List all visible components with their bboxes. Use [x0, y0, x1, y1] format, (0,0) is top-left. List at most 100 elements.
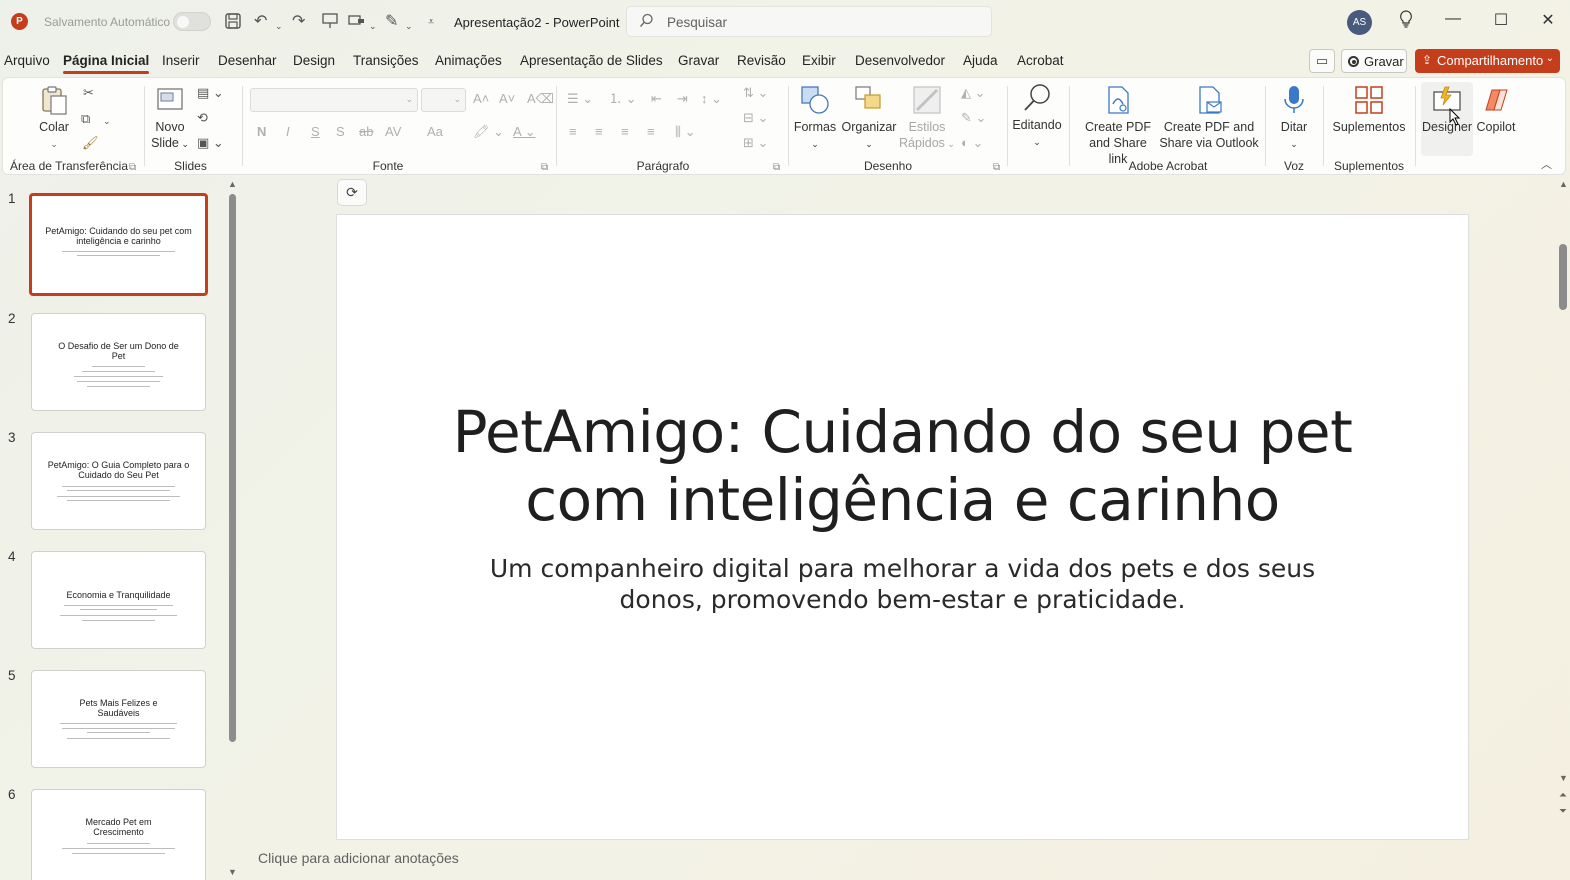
previous-slide-icon[interactable]: ⏶	[1559, 790, 1567, 801]
font-color-icon[interactable]: A ⌄	[513, 123, 535, 141]
font-size-select[interactable]: ⌄	[421, 88, 466, 112]
shapes-button[interactable]: Formas ⌄	[793, 84, 837, 152]
clipboard-launcher-icon[interactable]: ⧉	[129, 162, 136, 173]
tab-animacoes[interactable]: Animações	[435, 53, 502, 68]
increase-font-icon[interactable]: A˄	[473, 90, 489, 108]
tab-inserir[interactable]: Inserir	[162, 53, 200, 68]
align-text-icon[interactable]: ⊟ ⌄	[743, 109, 768, 127]
scroll-down-arrow-icon[interactable]: ▼	[228, 867, 237, 877]
create-pdf-share-link-button[interactable]: Create PDF and Share link	[1081, 84, 1155, 167]
increase-indent-icon[interactable]: ⇥	[677, 90, 688, 108]
quick-styles-button[interactable]: Estilos Rápidos ⌄	[899, 84, 955, 152]
undo-icon[interactable]: ↶	[254, 12, 267, 32]
notes-placeholder[interactable]: Clique para adicionar anotações	[258, 850, 459, 866]
paste-dropdown-icon[interactable]: ⌄	[50, 139, 58, 149]
customize-qat-icon[interactable]: ⩡	[428, 12, 434, 32]
lightbulb-icon[interactable]	[1394, 10, 1418, 33]
copilot-button[interactable]: Copilot	[1473, 84, 1519, 135]
tab-desenhar[interactable]: Desenhar	[218, 53, 277, 68]
numbering-icon[interactable]: ⒈ ⌄	[609, 90, 637, 108]
main-scroll-up-icon[interactable]: ▲	[1559, 179, 1568, 189]
shapes-dropdown-icon[interactable]: ⌄	[811, 139, 819, 149]
share-button[interactable]: ⇪ Compartilhamento ⌄	[1415, 49, 1560, 73]
text-direction-icon[interactable]: ⇅ ⌄	[743, 84, 768, 102]
autosave-toggle[interactable]	[173, 12, 211, 31]
change-case-button[interactable]: Aa	[427, 123, 443, 141]
font-launcher-icon[interactable]: ⧉	[541, 162, 548, 173]
new-slide-dropdown-icon[interactable]: ⌄	[179, 139, 189, 149]
redo-icon[interactable]: ↷	[292, 12, 305, 32]
draw-pen-icon[interactable]: ✎	[385, 12, 398, 32]
save-icon[interactable]	[224, 12, 242, 36]
screen-slide-icon[interactable]	[348, 12, 366, 36]
slide-subtitle[interactable]: Um companheiro digital para melhorar a v…	[487, 553, 1318, 615]
present-from-start-icon[interactable]	[322, 12, 338, 36]
slide-thumbnail-1[interactable]: PetAmigo: Cuidando do seu pet com inteli…	[29, 193, 208, 296]
smartart-icon[interactable]: ⊞ ⌄	[743, 134, 768, 152]
undo-dropdown-icon[interactable]: ⌄	[275, 16, 283, 36]
chevron-down-icon[interactable]: ⌄	[1546, 53, 1554, 64]
minimize-icon[interactable]: —	[1441, 10, 1465, 28]
collapse-ribbon-icon[interactable]: ︿	[1541, 156, 1552, 174]
maximize-icon[interactable]: ☐	[1489, 10, 1513, 30]
justify-icon[interactable]: ≡	[647, 123, 655, 141]
scroll-up-arrow-icon[interactable]: ▲	[228, 179, 237, 189]
tab-ajuda[interactable]: Ajuda	[963, 53, 998, 68]
shape-fill-icon[interactable]: ◭ ⌄	[961, 84, 986, 102]
main-scrollbar[interactable]	[1559, 244, 1567, 310]
tab-desenvolvedor[interactable]: Desenvolvedor	[855, 53, 945, 68]
copy-icon[interactable]: ⧉	[81, 110, 90, 128]
close-icon[interactable]: ✕	[1536, 10, 1560, 30]
slide-thumbnail-5[interactable]: Pets Mais Felizes e Saudáveis	[31, 670, 206, 768]
tab-arquivo[interactable]: Arquivo	[4, 53, 50, 68]
thumbnails-scrollbar[interactable]	[229, 194, 236, 742]
tab-transicoes[interactable]: Transições	[353, 53, 419, 68]
tab-gravar[interactable]: Gravar	[678, 53, 719, 68]
tab-pagina-inicial[interactable]: Página Inicial	[63, 53, 150, 74]
tab-revisao[interactable]: Revisão	[737, 53, 786, 68]
align-right-icon[interactable]: ≡	[621, 123, 629, 141]
tab-exibir[interactable]: Exibir	[802, 53, 836, 68]
designer-button[interactable]: Designer	[1421, 82, 1473, 156]
slide-canvas[interactable]: PetAmigo: Cuidando do seu pet com inteli…	[336, 214, 1469, 840]
dictate-button[interactable]: Ditar ⌄	[1273, 84, 1315, 152]
addins-button[interactable]: Suplementos	[1329, 84, 1409, 135]
paste-button[interactable]: Colar ⌄	[31, 84, 77, 152]
line-spacing-icon[interactable]: ↕ ⌄	[701, 90, 722, 108]
reset-slide-icon[interactable]: ⟲	[197, 109, 208, 127]
char-spacing-button[interactable]: AV	[385, 123, 401, 141]
slide-title[interactable]: PetAmigo: Cuidando do seu pet com inteli…	[437, 398, 1368, 534]
arrange-dropdown-icon[interactable]: ⌄	[865, 139, 873, 149]
clear-formatting-icon[interactable]: A⌫	[527, 90, 554, 108]
layout-icon[interactable]: ▤ ⌄	[197, 84, 224, 102]
section-icon[interactable]: ▣ ⌄	[197, 134, 224, 152]
shape-effects-icon[interactable]: ◐ ⌄	[961, 134, 983, 152]
drawing-launcher-icon[interactable]: ⧉	[993, 162, 1000, 173]
slide-thumbnail-3[interactable]: PetAmigo: O Guia Completo para o Cuidado…	[31, 432, 206, 530]
shadow-button[interactable]: S	[336, 123, 345, 141]
shape-outline-icon[interactable]: ✎ ⌄	[961, 109, 986, 127]
screen-dropdown-icon[interactable]: ⌄	[369, 16, 377, 36]
align-left-icon[interactable]: ≡	[569, 123, 577, 141]
underline-button[interactable]: S	[311, 123, 320, 141]
columns-icon[interactable]: ⫼ ⌄	[675, 123, 696, 141]
arrange-button[interactable]: Organizar ⌄	[841, 84, 897, 152]
tab-acrobat[interactable]: Acrobat	[1017, 53, 1064, 68]
next-slide-icon[interactable]: ⏷	[1559, 806, 1567, 817]
pen-dropdown-icon[interactable]: ⌄	[405, 16, 413, 36]
quick-styles-dropdown-icon[interactable]: ⌄	[945, 139, 955, 149]
avatar[interactable]: AS	[1347, 10, 1372, 35]
editing-button[interactable]: Editando ⌄	[1011, 82, 1063, 150]
main-scroll-down-icon[interactable]: ▼	[1559, 773, 1568, 783]
editing-dropdown-icon[interactable]: ⌄	[1033, 137, 1041, 147]
font-name-select[interactable]: ⌄	[250, 88, 418, 112]
italic-button[interactable]: I	[286, 123, 290, 141]
dictate-dropdown-icon[interactable]: ⌄	[1290, 139, 1298, 149]
create-pdf-outlook-button[interactable]: Create PDF and Share via Outlook	[1159, 84, 1259, 151]
cut-icon[interactable]: ✂	[83, 84, 94, 102]
new-slide-button[interactable]: Novo Slide ⌄	[149, 84, 191, 152]
record-button[interactable]: Gravar	[1341, 49, 1407, 73]
strikethrough-button[interactable]: ab	[359, 123, 373, 141]
copilot-chip-icon[interactable]: ⟳	[337, 179, 367, 206]
copy-dropdown-icon[interactable]: ⌄	[103, 112, 111, 130]
